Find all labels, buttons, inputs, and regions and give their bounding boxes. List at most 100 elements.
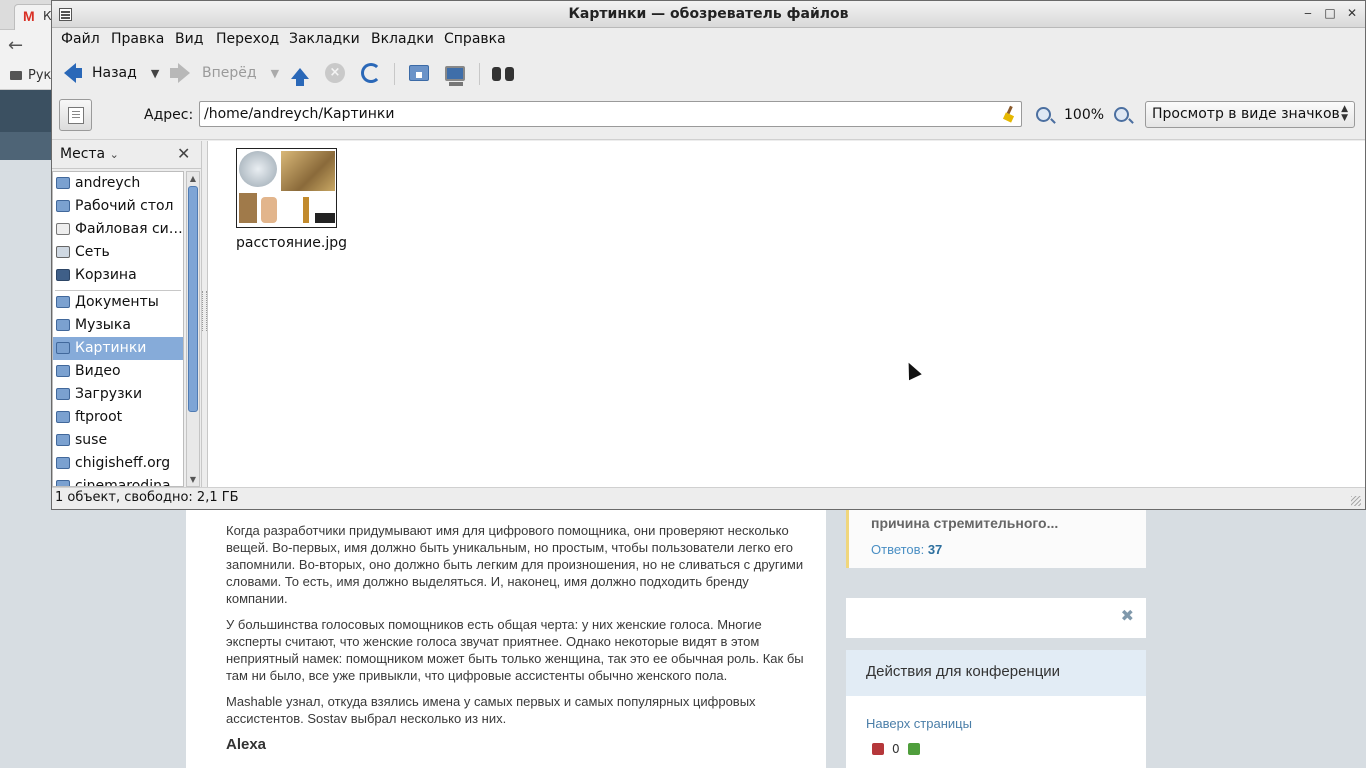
sidebar-item-label: cinemarodina [75, 478, 171, 487]
up-button[interactable] [291, 60, 309, 86]
article-body: Когда разработчики придумывают имя для ц… [226, 522, 806, 753]
sidebar-item[interactable]: andreych [53, 172, 183, 195]
bookmarks-bar: Рук [0, 62, 52, 90]
scroll-thumb[interactable] [188, 186, 198, 412]
window-controls: ‒ □ ✕ [1301, 6, 1359, 20]
view-mode-select[interactable]: Просмотр в виде значков ▲ ▼ [1145, 101, 1355, 128]
videos-folder-icon [56, 365, 70, 377]
toolbar-separator [394, 63, 395, 85]
home-folder-icon [409, 65, 429, 81]
scroll-up-icon[interactable]: ▲ [187, 172, 199, 185]
sidebar-item[interactable]: ftproot [53, 406, 183, 429]
stop-button[interactable]: × [325, 60, 345, 86]
reload-button[interactable] [361, 60, 381, 86]
window-title: Картинки — обозреватель файлов [568, 6, 849, 22]
address-label: Адрес: [144, 107, 194, 123]
chevron-down-icon[interactable]: ▼ [271, 67, 279, 80]
menu-view[interactable]: Вид [175, 31, 203, 47]
menu-edit[interactable]: Правка [111, 31, 164, 47]
toolbar: Назад ▼ Вперёд ▼ × [52, 52, 1365, 94]
minimize-icon[interactable]: ‒ [1301, 6, 1315, 20]
stop-icon: × [325, 63, 345, 83]
documents-folder-icon [56, 296, 70, 308]
sidebar-item[interactable]: Музыка [53, 314, 183, 337]
back-button[interactable]: Назад ▼ [64, 60, 159, 86]
sidebar-item[interactable]: Видео [53, 360, 183, 383]
folder-icon [56, 434, 70, 446]
notepad-icon [68, 107, 84, 124]
file-item[interactable]: расстояние.jpg [236, 148, 347, 251]
folder-icon [56, 457, 70, 469]
sidebar-item[interactable]: suse [53, 429, 183, 452]
answers-count: Ответов: 37 [871, 542, 943, 557]
sidebar-item-label: Картинки [75, 340, 147, 356]
scroll-down-icon[interactable]: ▼ [187, 473, 199, 486]
question-card[interactable]: причина стремительного... Ответов: 37 [846, 510, 1146, 568]
menu-bar: Файл Правка Вид Переход Закладки Вкладки… [52, 28, 1365, 52]
votes: 0 [872, 742, 920, 756]
forward-button[interactable]: Вперёд ▼ [170, 60, 279, 86]
places-dropdown[interactable]: Места ⌄ [60, 146, 119, 162]
sidebar-item-label: Музыка [75, 317, 131, 333]
zoom-level: 100% [1064, 107, 1105, 123]
sidebar-item[interactable]: Загрузки [53, 383, 183, 406]
sidebar-item-label: Видео [75, 363, 121, 379]
toolbar-separator [479, 63, 480, 85]
sidebar-item[interactable]: Файловая си… [53, 218, 183, 241]
clear-broom-icon[interactable] [1002, 106, 1016, 122]
back-to-top-link[interactable]: Наверх страницы [866, 716, 972, 731]
resize-grip-icon[interactable] [1351, 496, 1361, 506]
close-sidebar-icon[interactable]: ✕ [177, 144, 190, 163]
menu-go[interactable]: Переход [216, 31, 279, 47]
vote-count: 0 [892, 742, 900, 756]
menu-file[interactable]: Файл [61, 31, 100, 47]
image-thumbnail[interactable] [236, 148, 337, 228]
forward-arrow-icon [170, 63, 190, 83]
sidebar-item[interactable]: Корзина [53, 264, 183, 287]
home-button[interactable] [409, 60, 429, 86]
mouse-cursor-icon [902, 359, 922, 381]
places-scrollbar[interactable]: ▲ ▼ [186, 171, 200, 487]
question-title[interactable]: причина стремительного... [871, 515, 1058, 531]
zoom-out-icon[interactable] [1036, 107, 1051, 122]
edit-location-toggle[interactable] [59, 99, 92, 131]
gmail-icon: M [23, 8, 35, 24]
sidebar-item-label: Файловая си… [75, 221, 183, 237]
menu-bookmarks[interactable]: Закладки [289, 31, 360, 47]
close-icon[interactable]: ✕ [1345, 6, 1359, 20]
sidebar-item[interactable]: Картинки [53, 337, 183, 360]
article-paragraph: У большинства голосовых помощников есть … [226, 617, 804, 683]
sidebar-item[interactable]: Сеть [53, 241, 183, 264]
close-icon[interactable]: ✖ [1121, 606, 1134, 625]
bookmark-item[interactable]: Рук [10, 68, 51, 83]
chevron-down-icon: ⌄ [109, 148, 119, 161]
menu-help[interactable]: Справка [444, 31, 506, 47]
browser-back-icon[interactable]: ← [8, 35, 23, 56]
back-label: Назад [92, 65, 137, 81]
sidebar-item[interactable]: chigisheff.org [53, 452, 183, 475]
search-button[interactable] [492, 60, 514, 86]
select-arrows-icon: ▲ ▼ [1341, 104, 1348, 123]
desktop-folder-icon [56, 200, 70, 212]
thumb-down-icon[interactable] [872, 743, 884, 755]
sidebar-item[interactable]: cinemarodina [53, 475, 183, 487]
thumb-up-icon[interactable] [907, 743, 920, 755]
chevron-down-icon[interactable]: ▼ [151, 67, 159, 80]
sidebar-item[interactable]: Рабочий стол [53, 195, 183, 218]
window-titlebar[interactable]: Картинки — обозреватель файлов ‒ □ ✕ [52, 1, 1365, 28]
file-view[interactable]: расстояние.jpg [207, 141, 1365, 487]
browser-tab[interactable]: M К [14, 4, 54, 30]
downloads-folder-icon [56, 388, 70, 400]
conference-actions-header: Действия для конференции [846, 650, 1146, 696]
reload-icon [361, 63, 381, 83]
filesystem-icon [56, 223, 70, 235]
file-name[interactable]: расстояние.jpg [236, 235, 347, 251]
computer-button[interactable] [445, 60, 465, 86]
zoom-in-icon[interactable] [1114, 107, 1129, 122]
sidebar-item[interactable]: Документы [53, 291, 183, 314]
address-input[interactable] [199, 101, 1022, 127]
forward-label: Вперёд [202, 65, 257, 81]
sidebar-item-label: Корзина [75, 267, 137, 283]
menu-tabs[interactable]: Вкладки [371, 31, 434, 47]
maximize-icon[interactable]: □ [1323, 6, 1337, 20]
